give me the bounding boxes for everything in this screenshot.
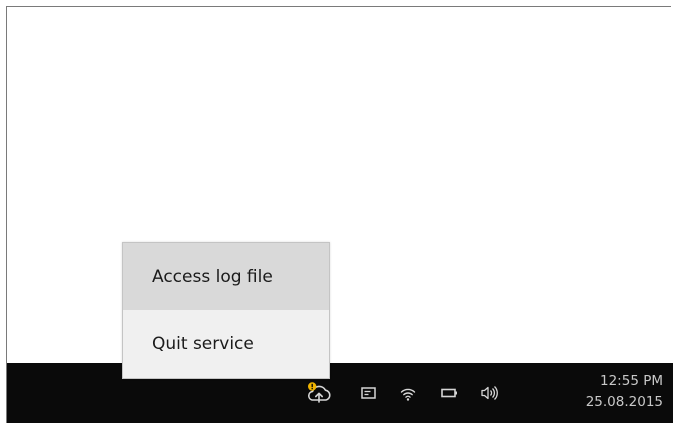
volume-icon[interactable] xyxy=(474,378,504,408)
desktop-area xyxy=(7,7,673,363)
clock-time: 12:55 PM xyxy=(600,373,663,389)
clock-date: 25.08.2015 xyxy=(585,394,663,410)
menu-item-quit-service[interactable]: Quit service xyxy=(123,310,329,377)
keyboard-icon[interactable] xyxy=(353,378,383,408)
cloud-upload-warning-icon[interactable] xyxy=(304,378,334,408)
wifi-icon[interactable] xyxy=(393,378,423,408)
menu-item-access-log-file[interactable]: Access log file xyxy=(123,243,329,310)
tray-context-menu: Access log file Quit service xyxy=(122,242,330,379)
menu-item-label: Quit service xyxy=(152,333,254,354)
menu-item-label: Access log file xyxy=(152,266,273,287)
taskbar-clock[interactable]: 12:55 PM 25.08.2015 xyxy=(573,371,663,413)
taskbar: 12:55 PM 25.08.2015 xyxy=(7,363,673,423)
screen: Access log file Quit service 12:55 PM 25… xyxy=(0,0,673,423)
battery-icon[interactable] xyxy=(434,378,464,408)
